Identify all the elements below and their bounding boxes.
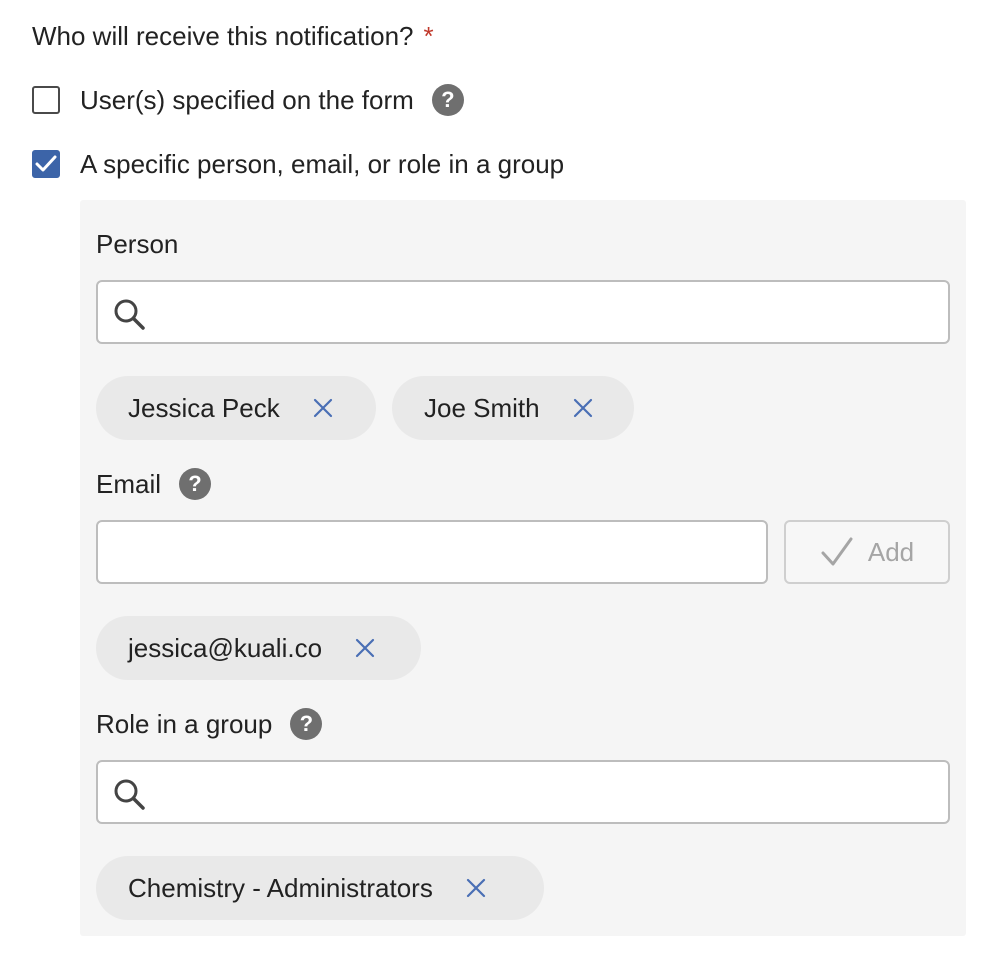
chip-label: Jessica Peck	[128, 392, 280, 423]
chip-label: Chemistry - Administrators	[128, 872, 433, 903]
role-chip: Chemistry - Administrators	[96, 856, 544, 920]
option-label: A specific person, email, or role in a g…	[80, 148, 565, 179]
person-search-input[interactable]	[96, 280, 950, 344]
chip-label: Joe Smith	[424, 392, 540, 423]
person-chip: Joe Smith	[392, 376, 634, 440]
email-chip: jessica@kuali.co	[96, 616, 421, 680]
role-label: Role in a group	[96, 709, 273, 739]
person-field-label: Person	[96, 228, 178, 260]
person-chip: Jessica Peck	[96, 376, 376, 440]
person-label: Person	[96, 229, 179, 259]
close-icon[interactable]	[465, 877, 487, 899]
chip-label: jessica@kuali.co	[128, 632, 323, 663]
question-heading: Who will receive this notification? *	[32, 18, 434, 54]
question-text: Who will receive this notification?	[32, 21, 414, 51]
required-marker: *	[423, 21, 434, 51]
help-icon[interactable]: ?	[431, 84, 464, 116]
add-email-button[interactable]: Add	[784, 520, 950, 584]
role-search-input[interactable]	[96, 760, 950, 824]
checkbox-users-on-form[interactable]	[32, 86, 60, 114]
option-label: User(s) specified on the form	[80, 84, 414, 115]
close-icon[interactable]	[572, 397, 594, 419]
email-field-label: Email ?	[96, 468, 212, 500]
email-label: Email	[96, 469, 162, 499]
help-icon[interactable]: ?	[290, 708, 323, 740]
option-specific-recipient[interactable]: A specific person, email, or role in a g…	[32, 147, 564, 181]
checkbox-specific-recipient[interactable]	[32, 150, 60, 178]
check-icon	[35, 155, 57, 172]
check-icon	[821, 537, 853, 566]
close-icon[interactable]	[312, 397, 334, 419]
email-input[interactable]	[96, 520, 768, 584]
option-users-on-form[interactable]: User(s) specified on the form ?	[32, 83, 464, 117]
add-button-label: Add	[867, 536, 915, 567]
role-field-label: Role in a group ?	[96, 708, 323, 740]
search-icon	[114, 299, 145, 330]
close-icon[interactable]	[354, 637, 376, 659]
search-icon	[114, 779, 145, 810]
help-icon[interactable]: ?	[179, 468, 212, 500]
